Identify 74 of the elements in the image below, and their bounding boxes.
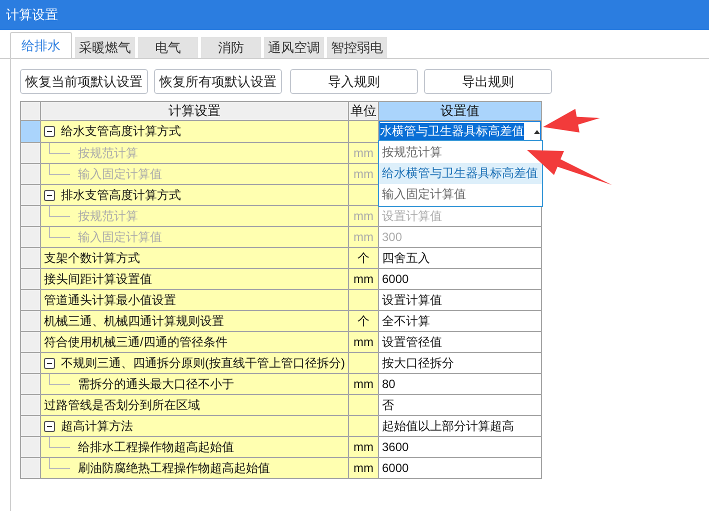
setting-name: 输入固定计算值 [78, 166, 162, 182]
header-corner [20, 102, 40, 120]
row-header[interactable] [20, 458, 40, 478]
unit-cell: mm [348, 142, 378, 164]
row-header[interactable] [20, 332, 40, 352]
unit-cell: mm [348, 436, 378, 458]
value-dropdown[interactable]: 水横管与卫生器具标高差值 [380, 122, 540, 142]
tab[interactable]: 通风空调 [264, 37, 324, 58]
setting-name: 需拆分的通头最大口径不小于 [78, 376, 234, 392]
value-cell: 设置管径值 [378, 332, 542, 352]
tab[interactable]: 采暖燃气 [75, 37, 135, 58]
column-header: 单位 [348, 102, 378, 120]
tab[interactable]: 智控弱电 [327, 37, 387, 58]
row-header[interactable] [20, 248, 40, 268]
setting-name: 按规范计算 [78, 208, 138, 224]
action-button[interactable]: 导入规则 [290, 69, 418, 94]
collapse-icon[interactable] [44, 126, 55, 137]
setting-name: 超高计算方法 [61, 418, 133, 434]
row-header[interactable] [20, 374, 40, 394]
action-button[interactable]: 导出规则 [424, 69, 552, 94]
window-title: 计算设置 [6, 6, 58, 24]
unit-cell: 个 [348, 310, 378, 332]
value-cell: 全不计算 [378, 310, 542, 332]
tab[interactable]: 电气 [138, 37, 198, 58]
column-header: 计算设置 [40, 102, 348, 120]
value-cell: 按大口径拆分 [378, 352, 542, 374]
pointer-arrow-overlay [543, 108, 600, 132]
collapse-icon[interactable] [44, 190, 55, 200]
setting-name: 管道通头计算最小值设置 [44, 292, 176, 308]
dropdown-option[interactable]: 给水横管与卫生器具标高差值 [379, 163, 542, 184]
caret-icon[interactable] [534, 130, 540, 134]
setting-name: 符合使用机械三通/四通的管径条件 [44, 334, 228, 350]
value-cell: 设置计算值 [378, 290, 542, 310]
setting-name: 接头间距计算设置值 [44, 270, 152, 288]
setting-name: 按规范计算 [78, 144, 138, 162]
value-cell: 设置计算值 [378, 206, 542, 226]
collapse-icon[interactable] [44, 358, 55, 368]
setting-name: 给排水工程操作物超高起始值 [78, 438, 234, 456]
setting-name: 不规则三通、四通拆分原则(按直线干管上管口径拆分) [61, 354, 345, 372]
setting-name: 输入固定计算值 [78, 228, 162, 246]
unit-cell: mm [348, 332, 378, 352]
setting-name: 排水支管高度计算方式 [61, 186, 181, 204]
setting-name: 过路管线是否划分到所在区域 [44, 396, 200, 414]
action-button[interactable]: 恢复所有项默认设置 [154, 69, 282, 94]
column-header: 设置值 [378, 102, 542, 120]
unit-cell: mm [348, 206, 378, 226]
row-header[interactable] [20, 394, 40, 416]
action-button[interactable]: 恢复当前项默认设置 [20, 69, 148, 94]
dropdown-option[interactable]: 输入固定计算值 [379, 184, 542, 205]
setting-name: 给水支管高度计算方式 [61, 123, 181, 140]
collapse-icon[interactable] [44, 420, 55, 432]
tab[interactable]: 给排水 [10, 32, 72, 58]
value-cell: 四舍五入 [378, 248, 542, 268]
value-cell: 6000 [378, 458, 542, 478]
value-cell: 起始值以上部分计算超高 [378, 416, 542, 436]
value-cell: 80 [378, 374, 542, 394]
unit-cell: mm [348, 268, 378, 290]
unit-cell: mm [348, 226, 378, 248]
row-header[interactable] [20, 268, 40, 290]
setting-name: 机械三通、机械四通计算规则设置 [44, 312, 224, 330]
setting-name: 刷油防腐绝热工程操作物超高起始值 [78, 460, 270, 476]
row-header[interactable] [20, 290, 40, 310]
unit-cell: mm [348, 458, 378, 478]
value-cell: 否 [378, 394, 542, 416]
value-cell: 300 [378, 226, 542, 248]
row-header[interactable] [20, 310, 40, 332]
setting-name: 支架个数计算方式 [44, 250, 140, 266]
tab[interactable]: 消防 [201, 37, 261, 58]
value-cell: 3600 [378, 436, 542, 458]
unit-cell: mm [348, 164, 378, 184]
unit-cell: mm [348, 374, 378, 394]
value-cell: 6000 [378, 268, 542, 290]
row-header[interactable] [20, 436, 40, 458]
unit-cell: 个 [348, 248, 378, 268]
